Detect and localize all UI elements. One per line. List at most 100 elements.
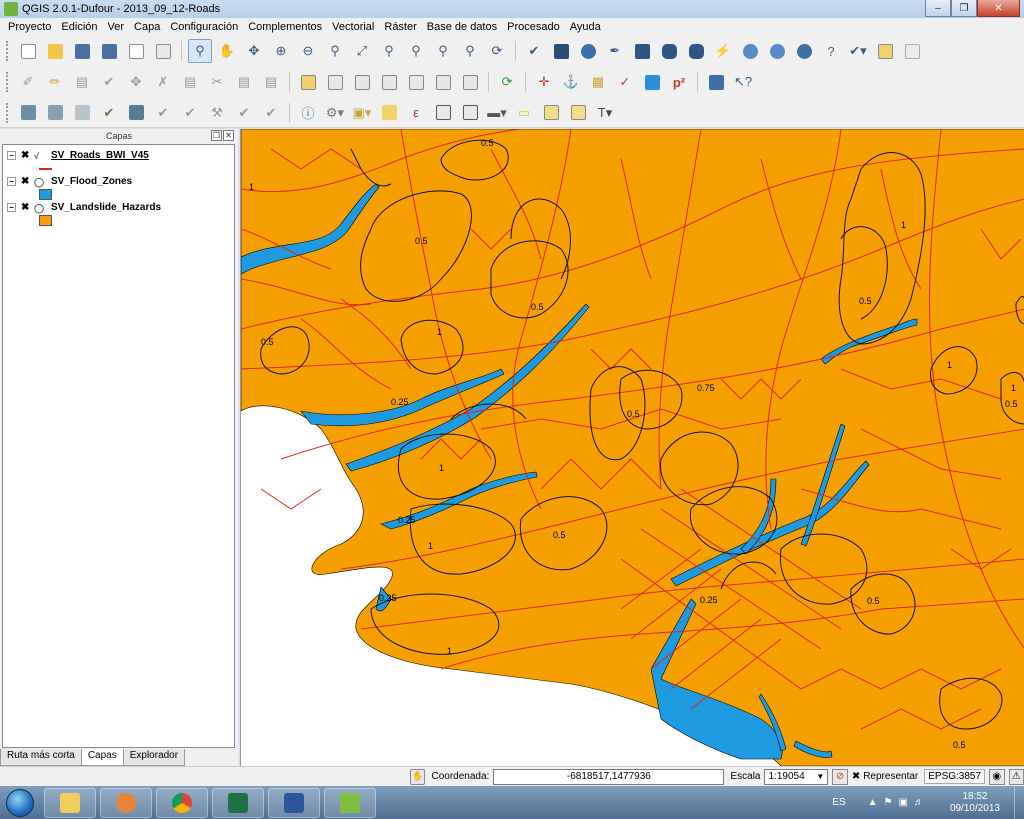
map-tips-icon[interactable]: ▭ (512, 101, 536, 125)
zoom-to-layer-icon[interactable]: ⚲ (404, 39, 428, 63)
crs-status-button[interactable]: EPSG:3857 (924, 769, 986, 784)
restore-button[interactable]: ❐ (951, 0, 977, 17)
zoom-full-icon[interactable]: ⤢ (350, 39, 374, 63)
georeferencer-icon[interactable]: ✛ (532, 70, 556, 94)
p2-icon[interactable]: p² (667, 70, 691, 94)
whats-this-icon[interactable]: ↖? (731, 70, 755, 94)
add-wcs-layer-icon[interactable] (738, 39, 762, 63)
layer-visibility-checkbox[interactable]: ✖ (21, 176, 30, 187)
save-as-icon[interactable] (97, 39, 121, 63)
toggle-extents-icon[interactable]: ✋ (410, 768, 426, 785)
change-label-icon[interactable] (431, 70, 455, 94)
merge-layers-icon[interactable]: ✔ (259, 101, 283, 125)
layer-row-landslide-hazards[interactable]: − ✖ ◯ SV_Landslide_Hazards (3, 201, 234, 214)
new-print-composer-icon[interactable] (124, 39, 148, 63)
crs-globe-icon[interactable]: ◉ (989, 768, 1005, 785)
zoom-to-selection-icon[interactable]: ⚲ (377, 39, 401, 63)
db-import-icon[interactable] (70, 101, 94, 125)
menu-base-de-datos[interactable]: Base de datos (422, 21, 502, 33)
new-layer-dropdown-icon[interactable]: ✔▾ (846, 39, 870, 63)
start-button[interactable] (0, 786, 40, 819)
current-edits-icon[interactable]: ✐ (16, 70, 40, 94)
add-wfs-layer-icon[interactable] (765, 39, 789, 63)
measure-line-icon[interactable]: ▬▾ (485, 101, 509, 125)
map-svg[interactable]: 0.5 1 0.5 0.5 1 0.5 1 0.25 0.75 0.5 1 1 … (241, 129, 1024, 766)
menu-capa[interactable]: Capa (129, 21, 165, 33)
db-manager-icon[interactable] (16, 101, 40, 125)
save-project-icon[interactable] (70, 39, 94, 63)
menu-ayuda[interactable]: Ayuda (565, 21, 606, 33)
language-indicator[interactable]: ES (832, 797, 845, 808)
data-management-icon[interactable]: ⚒ (205, 101, 229, 125)
highlight-labels-icon[interactable] (458, 70, 482, 94)
delete-selected-icon[interactable]: ▤ (178, 70, 202, 94)
cut-features-icon[interactable]: ✂ (205, 70, 229, 94)
minimize-button[interactable]: – (925, 0, 951, 17)
spatialite-manager-icon[interactable] (43, 101, 67, 125)
taskbar-media-player[interactable] (100, 787, 152, 818)
add-group-icon[interactable] (873, 39, 897, 63)
render-toggle[interactable]: ✖ Representar (852, 771, 918, 782)
taskbar-explorer[interactable] (44, 787, 96, 818)
add-postgis-layer-icon[interactable] (576, 39, 600, 63)
add-feature-icon[interactable]: ✔ (97, 70, 121, 94)
heatmap-icon[interactable]: ▦ (586, 70, 610, 94)
add-vector-layer-icon[interactable]: ✔ (522, 39, 546, 63)
statistics-icon[interactable] (458, 101, 482, 125)
rotate-label-icon[interactable] (404, 70, 428, 94)
refresh-icon[interactable]: ⟳ (485, 39, 509, 63)
map-canvas[interactable]: 0.5 1 0.5 0.5 1 0.5 1 0.25 0.75 0.5 1 1 … (240, 129, 1024, 766)
zoom-last-icon[interactable]: ⚲ (431, 39, 455, 63)
panel-float-button[interactable]: ❐ (211, 130, 222, 141)
collapse-icon[interactable]: − (7, 203, 16, 212)
coordinate-field[interactable]: -6818517,1477936 (493, 768, 725, 785)
menu-ver[interactable]: Ver (103, 21, 130, 33)
show-desktop-button[interactable] (1014, 786, 1024, 819)
layer-labeling-icon[interactable] (296, 70, 320, 94)
deselect-features-icon[interactable] (377, 101, 401, 125)
pan-to-selection-icon[interactable]: ⚲ (188, 39, 212, 63)
layer-row-flood-zones[interactable]: − ✖ ◯ SV_Flood_Zones (3, 175, 234, 188)
scale-combobox[interactable]: 1:19054 ▼ (764, 768, 829, 785)
zoom-native-icon[interactable]: ⚲ (323, 39, 347, 63)
paste-features-icon[interactable]: ▤ (259, 70, 283, 94)
menu-raster[interactable]: Ráster (379, 21, 421, 33)
help-contents-icon[interactable] (704, 70, 728, 94)
vector-analysis-icon[interactable]: ✔ (97, 101, 121, 125)
select-features-icon[interactable]: ▣▾ (350, 101, 374, 125)
collapse-icon[interactable]: − (7, 151, 16, 160)
menu-procesado[interactable]: Procesado (502, 21, 565, 33)
add-db2-layer-icon[interactable] (684, 39, 708, 63)
open-attribute-table-icon[interactable] (431, 101, 455, 125)
pin-labels-icon[interactable] (323, 70, 347, 94)
gps-tools-icon[interactable]: ⚓ (559, 70, 583, 94)
show-hide-labels-icon[interactable] (350, 70, 374, 94)
tray-icons[interactable]: ▲⚑▣♬ (868, 797, 930, 808)
messages-warning-icon[interactable]: ⚠ (1008, 768, 1024, 785)
menu-vectorial[interactable]: Vectorial (327, 21, 379, 33)
collapse-icon[interactable]: − (7, 177, 16, 186)
panel-close-button[interactable]: ✕ (223, 130, 234, 141)
add-delimited-text-icon[interactable] (792, 39, 816, 63)
add-oracle-layer-icon[interactable] (657, 39, 681, 63)
tab-explorador[interactable]: Explorador (122, 749, 186, 766)
taskbar-word[interactable] (268, 787, 320, 818)
show-bookmarks-icon[interactable] (566, 101, 590, 125)
move-label-icon[interactable] (377, 70, 401, 94)
layer-visibility-checkbox[interactable]: ✖ (21, 150, 30, 161)
run-processing-icon[interactable]: ⟳ (495, 70, 519, 94)
zoom-in-icon[interactable]: ⊕ (269, 39, 293, 63)
road-graph-icon[interactable] (640, 70, 664, 94)
layer-visibility-checkbox[interactable]: ✖ (21, 202, 30, 213)
identify-features-icon[interactable]: ⓘ (296, 101, 320, 125)
zoom-next-icon[interactable]: ⚲ (458, 39, 482, 63)
add-spatialite-layer-icon[interactable]: ✒ (603, 39, 627, 63)
menu-edicion[interactable]: Edición (56, 21, 102, 33)
tab-ruta-mas-corta[interactable]: Ruta más corta (0, 749, 82, 766)
open-project-icon[interactable] (43, 39, 67, 63)
copy-features-icon[interactable]: ▤ (232, 70, 256, 94)
menu-configuracion[interactable]: Configuración (165, 21, 243, 33)
tab-capas[interactable]: Capas (80, 749, 124, 766)
move-feature-icon[interactable]: ✥ (124, 70, 148, 94)
add-raster-layer-icon[interactable] (549, 39, 573, 63)
